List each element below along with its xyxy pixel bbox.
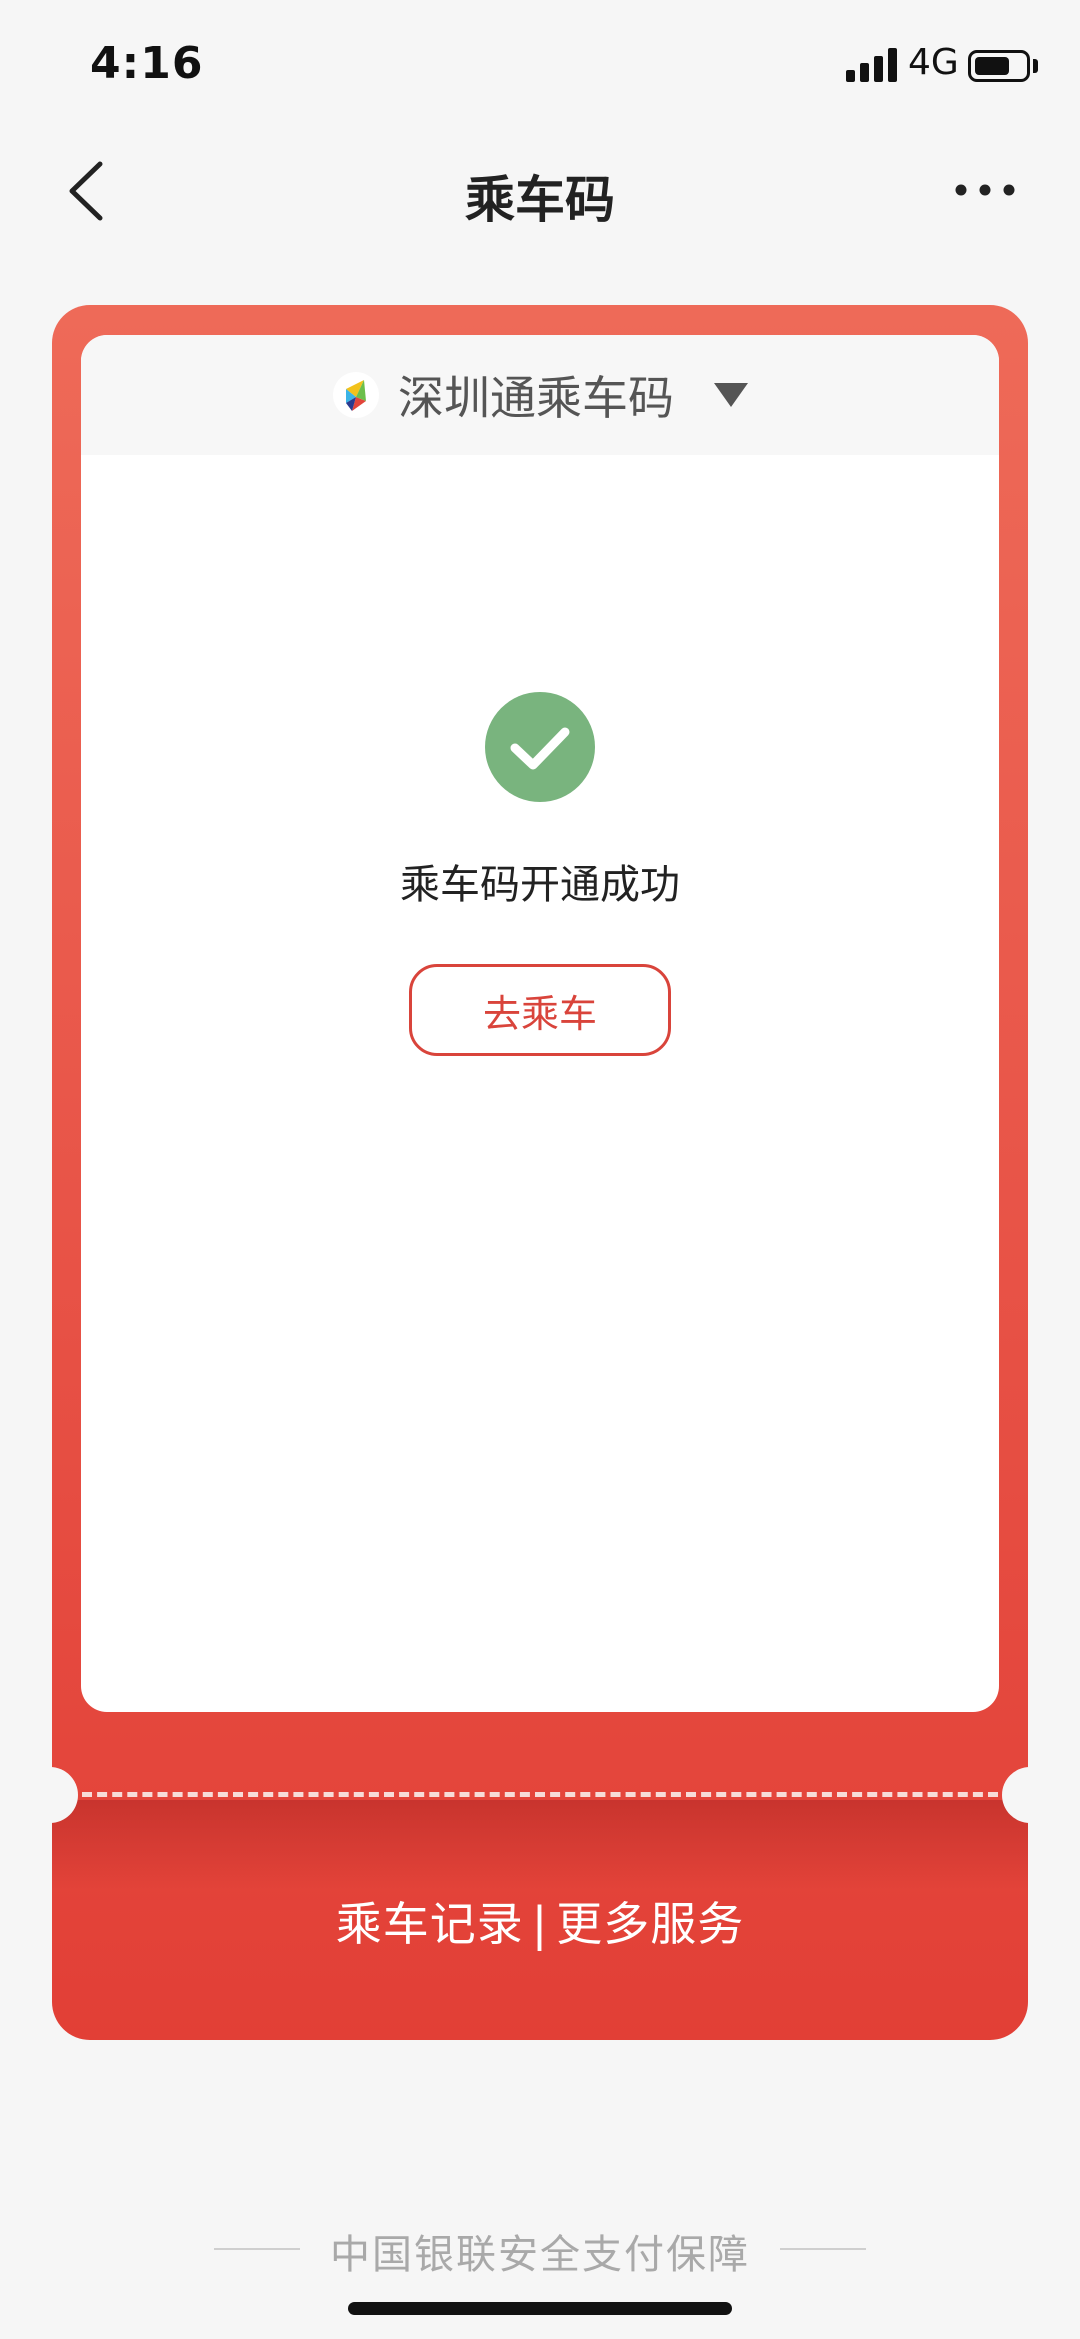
footer-separator: | (531, 1897, 549, 1951)
success-check-icon (485, 692, 595, 802)
go-ride-button[interactable]: 去乘车 (409, 964, 671, 1056)
dropdown-triangle-icon (714, 383, 748, 407)
home-indicator[interactable] (348, 2302, 732, 2315)
more-services-link[interactable]: 更多服务 (556, 1897, 744, 1951)
ticket-notch-left (22, 1767, 78, 1823)
card-selector-title: 深圳通乘车码 (398, 371, 674, 425)
card-footer-links: 乘车记录 | 更多服务 (0, 1888, 1080, 1954)
battery-level (975, 57, 1009, 75)
card-selector[interactable]: 深圳通乘车码 (81, 335, 999, 455)
ticket-notch-right (1002, 1767, 1058, 1823)
more-dots-icon (955, 184, 1015, 196)
battery-nub (1033, 59, 1038, 73)
battery-icon (968, 50, 1030, 82)
page-title: 乘车码 (465, 171, 615, 229)
security-divider-right (780, 2248, 866, 2250)
security-guarantee-text: 中国银联安全支付保障 (330, 2232, 750, 2278)
signal-icon (846, 48, 900, 82)
shenzhen-tong-logo-icon (333, 372, 379, 418)
success-message: 乘车码开通成功 (400, 862, 680, 908)
network-type: 4G (908, 42, 959, 83)
card-bottom-shade (52, 1800, 1028, 1890)
more-button[interactable] (950, 170, 1020, 210)
perforation-line (82, 1792, 998, 1797)
ride-records-link[interactable]: 乘车记录 (336, 1897, 524, 1951)
status-time: 4:16 (90, 38, 204, 89)
